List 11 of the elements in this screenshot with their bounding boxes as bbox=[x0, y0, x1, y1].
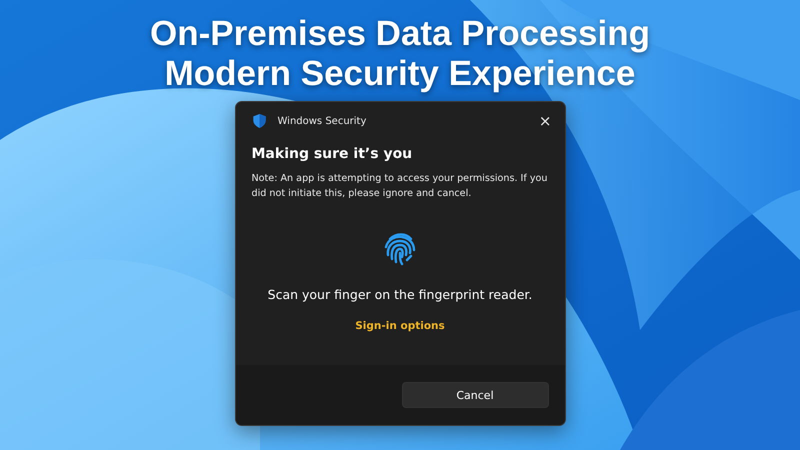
headline: Modern Security Experience bbox=[164, 54, 636, 94]
headline: On-Premises Data Processing bbox=[150, 14, 650, 54]
fingerprint-icon bbox=[382, 231, 418, 267]
shield-icon bbox=[252, 114, 266, 128]
window-title: Windows Security bbox=[278, 116, 368, 126]
sign-in-options-link[interactable]: Sign-in options bbox=[355, 320, 445, 332]
cancel-button[interactable]: Cancel bbox=[402, 382, 548, 408]
dialog-heading: Making sure it’s you bbox=[252, 146, 414, 162]
close-button[interactable]: × bbox=[536, 112, 554, 130]
note-text: Note: An app is attempting to access your permissions. If you did not initiate this, please ignore and cancel. bbox=[252, 172, 548, 201]
prompt-text: Scan your finger on the fingerprint reader. bbox=[268, 287, 532, 302]
